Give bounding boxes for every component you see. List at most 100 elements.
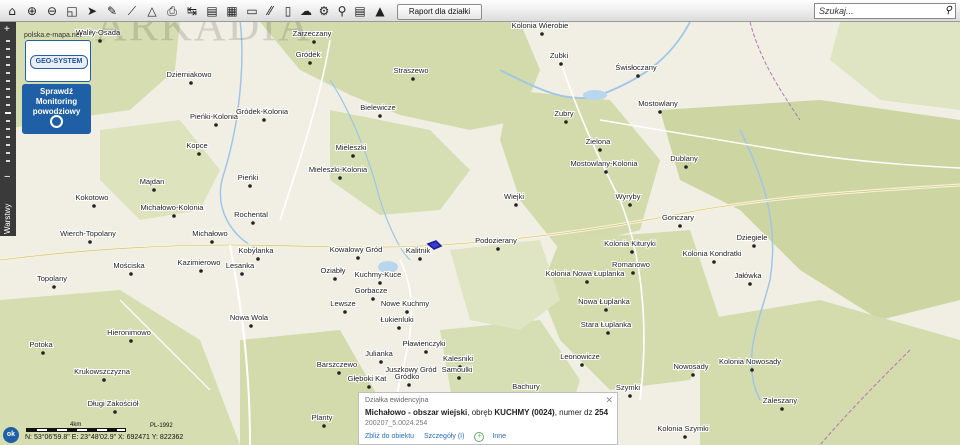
ok-button[interactable]: ok: [3, 427, 19, 443]
place-marker: [92, 204, 96, 208]
place-label: Julianka: [365, 349, 393, 358]
find-icon[interactable]: ⚲: [334, 3, 350, 19]
place-marker: [172, 214, 176, 218]
print-icon[interactable]: ⎙: [164, 3, 180, 19]
flood-monitoring-button[interactable]: Sprawdź Monitoring powodziowy: [22, 84, 91, 134]
settings-icon[interactable]: ⚙: [316, 3, 332, 19]
zoom-level-dot[interactable]: [6, 72, 10, 74]
map-canvas[interactable]: Waliły-Osada ZarzeczanyGródekDzierniakowo…: [0, 0, 960, 445]
place-label: Gródek: [296, 50, 321, 59]
place-marker: [604, 170, 608, 174]
place-label: Kolonia Nowa Łuplanka: [546, 269, 626, 278]
search-input[interactable]: Szukaj... ⚲: [814, 3, 956, 19]
place-marker: [248, 184, 252, 188]
zoom-level-dot[interactable]: [6, 48, 10, 50]
zoom-level-dot[interactable]: [6, 128, 10, 130]
zoom-level-dot[interactable]: [6, 104, 10, 106]
zoom-to-object-link[interactable]: Zbliż do obiektu: [365, 433, 414, 440]
place-label: Mościska: [113, 261, 145, 270]
geo-system-logo[interactable]: GEO-SYSTEM: [25, 40, 91, 82]
place-marker: [379, 360, 383, 364]
place-marker: [214, 123, 218, 127]
place-label: Lewsze: [330, 299, 355, 308]
layers-tab[interactable]: Warstwy: [0, 202, 16, 236]
popup-precinct: KUCHMY (0024): [494, 408, 555, 417]
place-label: Głęboki Kat: [348, 374, 388, 383]
place-label: Gonczary: [662, 213, 694, 222]
layers-icon[interactable]: ▤: [204, 3, 220, 19]
zoom-minus-icon[interactable]: −: [4, 172, 10, 183]
place-marker: [152, 188, 156, 192]
zoom-full-icon[interactable]: ◱: [64, 3, 80, 19]
place-label: Krukowszczyzna: [74, 367, 131, 376]
zoom-in-icon[interactable]: ⊕: [24, 3, 40, 19]
zoom-level-dot[interactable]: [6, 136, 10, 138]
coordinates-readout: N: 53°06'59.8" E: 23°48'02.9" X: 692471 …: [25, 434, 184, 441]
cloud-icon[interactable]: ☁: [298, 3, 314, 19]
wms-icon[interactable]: ▭: [244, 3, 260, 19]
place-label: Mostowlany: [638, 99, 678, 108]
zoom-out-icon[interactable]: ⊖: [44, 3, 60, 19]
place-label: Dziegiele: [737, 233, 768, 242]
place-label: Mieleszki-Kolonia: [309, 165, 368, 174]
zoom-level-dot[interactable]: [6, 64, 10, 66]
place-marker: [496, 247, 500, 251]
place-label: Topolany: [37, 274, 67, 283]
place-marker: [378, 281, 382, 285]
road-icon[interactable]: ▲: [372, 3, 388, 19]
measure-area-icon[interactable]: △: [144, 3, 160, 19]
plus-icon[interactable]: +: [474, 432, 485, 442]
popup-title: Działka ewidencyjna: [365, 397, 429, 404]
zoom-plus-icon[interactable]: +: [4, 25, 10, 35]
place-label: Kalitnik: [406, 246, 430, 255]
place-marker: [337, 371, 341, 375]
zoom-level-dot[interactable]: [6, 56, 10, 58]
place-label: Kolonia Kondratki: [683, 249, 742, 258]
place-label: Kokotowo: [76, 193, 109, 202]
parcel-info-popup: Działka ewidencyjna ✕ Michałowo - obszar…: [358, 392, 618, 445]
site-name[interactable]: polska.e-mapa.net: [24, 32, 82, 39]
measure-line-icon[interactable]: ⟋: [124, 3, 140, 19]
place-label: Zaleszany: [763, 396, 797, 405]
place-marker: [113, 410, 117, 414]
zoom-level-dot[interactable]: [6, 80, 10, 82]
place-marker: [102, 378, 106, 382]
zoom-level-dot[interactable]: [6, 160, 10, 162]
place-label: Pieńki-Kolonia: [190, 112, 239, 121]
pointer-icon[interactable]: ➤: [84, 3, 100, 19]
grid-icon[interactable]: ▦: [224, 3, 240, 19]
zoom-level-dot[interactable]: [6, 144, 10, 146]
crs-label[interactable]: PL-1992: [150, 423, 173, 429]
hatch-icon[interactable]: ⁄⁄: [262, 3, 278, 19]
place-marker: [240, 272, 244, 276]
place-label: Łukienluki: [380, 315, 414, 324]
other-link[interactable]: Inne: [492, 433, 506, 440]
place-label: Lesanka: [226, 261, 255, 270]
zoom-level-dot[interactable]: [6, 152, 10, 154]
place-marker: [564, 120, 568, 124]
place-marker: [540, 32, 544, 36]
search-icon[interactable]: ⚲: [945, 4, 952, 18]
place-label: Gorbacze: [355, 286, 388, 295]
parcel-report-button[interactable]: Raport dla działki: [397, 4, 482, 20]
place-marker: [514, 203, 518, 207]
chart-icon[interactable]: ▤: [352, 3, 368, 19]
parcel-icon[interactable]: ▯: [280, 3, 296, 19]
popup-parcel-description: Michałowo - obszar wiejski, obręb KUCHMY…: [365, 408, 608, 417]
home-icon[interactable]: ⌂: [4, 3, 20, 19]
export-icon[interactable]: ↹: [184, 3, 200, 19]
details-link[interactable]: Szczegóły (I): [424, 433, 464, 440]
zoom-handle[interactable]: [5, 112, 11, 114]
zoom-level-dot[interactable]: [6, 88, 10, 90]
zoom-level-dot[interactable]: [6, 120, 10, 122]
place-label: Mostowlany-Kolonia: [570, 159, 638, 168]
place-marker: [351, 154, 355, 158]
place-label: Kazimierowo: [178, 258, 221, 267]
zoom-level-dot[interactable]: [6, 40, 10, 42]
zoom-level-dot[interactable]: [6, 96, 10, 98]
pencil-icon[interactable]: ✎: [104, 3, 120, 19]
place-label: Kolonia Szymki: [657, 424, 709, 433]
place-label: Pieńki: [238, 173, 259, 182]
place-label: Oziabły: [320, 266, 345, 275]
close-icon[interactable]: ✕: [605, 395, 613, 406]
